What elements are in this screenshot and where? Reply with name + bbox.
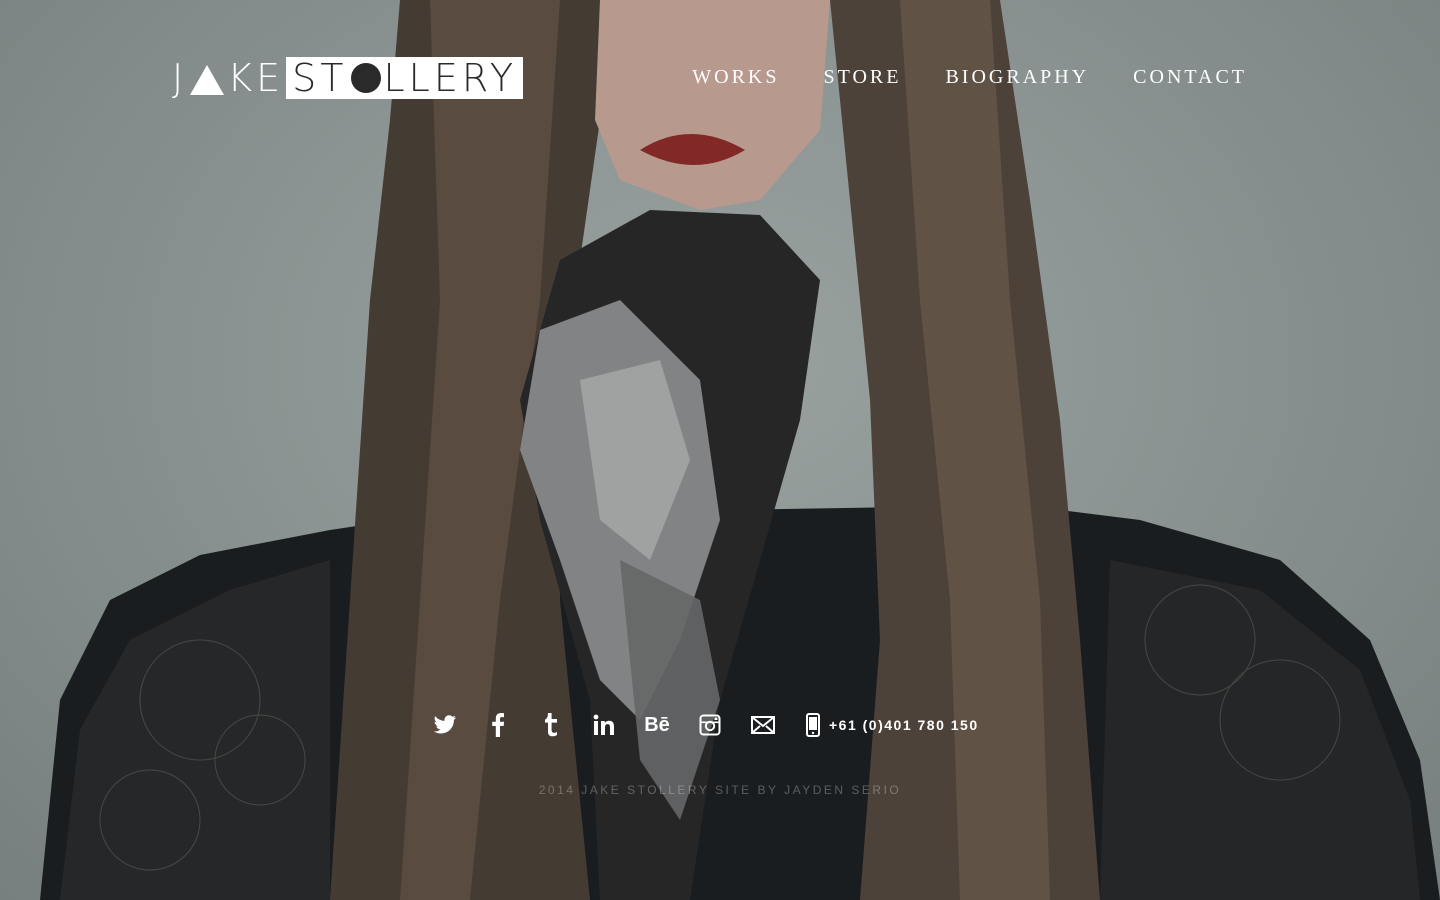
logo-letter-j: J — [172, 56, 188, 100]
logo-letters-llery: LLERY — [383, 56, 518, 100]
nav-item-store[interactable]: STORE — [823, 66, 901, 89]
instagram-icon[interactable] — [695, 706, 725, 744]
site-logo[interactable]: J KE ST LLERY — [172, 56, 524, 100]
tumblr-icon[interactable] — [536, 706, 566, 744]
logo-letters-ke: KE — [227, 56, 285, 100]
email-icon[interactable] — [748, 706, 778, 744]
hero-background-image — [0, 0, 1440, 900]
behance-icon[interactable]: Bē — [642, 706, 672, 744]
nav-item-works[interactable]: WORKS — [692, 66, 779, 89]
behance-label: Bē — [644, 713, 670, 736]
footer-credit: 2014 JAKE STOLLERY SITE BY JAYDEN SERIO — [538, 783, 902, 797]
logo-letters-st: ST — [292, 56, 348, 100]
phone-icon — [803, 706, 823, 744]
social-links-bar: Bē +61 (0)401 780 150 — [430, 706, 979, 744]
nav-item-contact[interactable]: CONTACT — [1133, 66, 1247, 89]
phone-contact[interactable]: +61 (0)401 780 150 — [803, 706, 979, 744]
facebook-icon[interactable] — [483, 706, 513, 744]
main-navigation: WORKS STORE BIOGRAPHY CONTACT — [692, 66, 1247, 89]
logo-box: ST LLERY — [286, 56, 524, 100]
linkedin-icon[interactable] — [589, 706, 619, 744]
nav-item-biography[interactable]: BIOGRAPHY — [945, 66, 1089, 89]
logo-circle-icon — [350, 63, 381, 93]
hero-artwork — [0, 0, 1440, 900]
logo-left-part: J KE — [172, 56, 286, 100]
logo-triangle-icon — [190, 65, 225, 95]
twitter-icon[interactable] — [430, 706, 460, 744]
phone-number[interactable]: +61 (0)401 780 150 — [829, 717, 979, 733]
